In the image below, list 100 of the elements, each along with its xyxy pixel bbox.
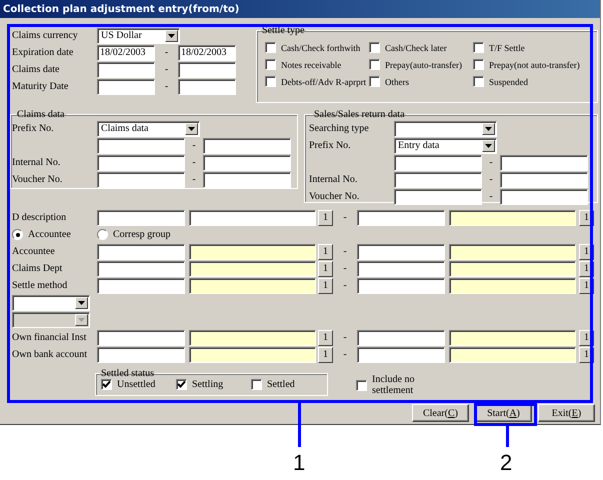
text-field[interactable] — [203, 138, 291, 154]
checkbox-label: Unsettled — [117, 379, 156, 390]
date-field[interactable] — [178, 62, 236, 78]
field-label: Settle method — [12, 280, 68, 291]
code-field[interactable] — [97, 278, 185, 294]
text-field[interactable] — [97, 138, 185, 154]
name-field[interactable] — [189, 346, 316, 362]
field-label: Own financial Inst — [12, 332, 88, 343]
name-field[interactable] — [449, 330, 576, 346]
callout-number: 1 — [293, 452, 306, 474]
range-dash: - — [164, 81, 170, 92]
lookup-button[interactable]: 1 — [318, 346, 333, 362]
name-field[interactable] — [189, 210, 316, 226]
code-field[interactable] — [97, 330, 185, 346]
dialog-button[interactable]: Clear(C) — [412, 404, 469, 422]
field-label: Accountee — [12, 246, 56, 257]
code-field[interactable] — [357, 260, 445, 276]
name-field[interactable] — [449, 210, 576, 226]
dropdown-button[interactable] — [185, 122, 198, 134]
date-field[interactable] — [97, 78, 155, 94]
dropdown[interactable]: US Dollar — [97, 28, 180, 44]
text-field[interactable] — [500, 154, 588, 170]
checkbox[interactable] — [473, 42, 484, 53]
caret-icon — [78, 318, 85, 322]
code-field[interactable] — [97, 244, 185, 260]
checkbox-label: Include no settlement — [372, 374, 416, 396]
checkbox-label: Others — [385, 76, 409, 86]
checkbox-label: Settling — [192, 379, 224, 390]
checkbox-label: Suspended — [489, 76, 528, 86]
dropdown[interactable] — [394, 120, 497, 136]
radio-button[interactable] — [12, 229, 23, 240]
field-label: Internal No. — [12, 157, 62, 168]
text-field[interactable] — [500, 172, 588, 188]
date-field[interactable] — [178, 78, 236, 94]
code-field[interactable] — [357, 346, 445, 362]
code-field[interactable] — [97, 210, 185, 226]
text-field[interactable] — [394, 172, 482, 188]
code-field[interactable] — [357, 244, 445, 260]
checkbox[interactable] — [265, 42, 276, 53]
text-field[interactable] — [97, 172, 185, 188]
field-label: Claims currency — [12, 30, 79, 41]
name-field[interactable] — [449, 346, 576, 362]
date-field[interactable]: 18/02/2003 — [178, 44, 236, 60]
checkbox[interactable] — [265, 76, 276, 87]
code-field[interactable] — [357, 278, 445, 294]
checkbox[interactable] — [473, 59, 484, 70]
radio-label: Corresp group — [113, 229, 170, 240]
range-dash: - — [342, 349, 348, 360]
dropdown[interactable]: Entry data — [394, 138, 497, 154]
callout-line — [506, 426, 509, 447]
field-label: D description — [12, 212, 68, 223]
radio-label: Accountee — [28, 229, 71, 240]
group-title: Settled status — [100, 368, 156, 379]
text-field[interactable] — [203, 154, 291, 170]
checkbox[interactable] — [101, 379, 112, 390]
dropdown-button[interactable] — [165, 30, 178, 42]
checkbox[interactable] — [369, 42, 380, 53]
dropdown[interactable] — [12, 295, 90, 311]
date-field[interactable]: 18/02/2003 — [97, 44, 155, 60]
checkbox[interactable] — [473, 76, 484, 87]
text-field[interactable] — [394, 188, 482, 204]
checkbox[interactable] — [369, 59, 380, 70]
name-field[interactable] — [189, 330, 316, 346]
text-field[interactable] — [97, 154, 185, 170]
dropdown-button[interactable] — [482, 122, 495, 134]
dropdown-button[interactable] — [482, 140, 495, 152]
name-field[interactable] — [189, 244, 316, 260]
date-field[interactable] — [97, 62, 155, 78]
code-field[interactable] — [357, 330, 445, 346]
lookup-button[interactable]: 1 — [318, 260, 333, 276]
checkbox[interactable] — [356, 380, 367, 390]
group-title: Sales/Sales return data — [313, 109, 406, 120]
lookup-button[interactable]: 1 — [318, 210, 333, 226]
checkbox[interactable] — [265, 59, 276, 70]
dropdown[interactable]: Claims data — [97, 120, 200, 136]
name-field[interactable] — [449, 244, 576, 260]
checkbox[interactable] — [251, 379, 262, 390]
name-field[interactable] — [449, 278, 576, 294]
range-dash: - — [164, 47, 170, 58]
name-field[interactable] — [449, 260, 576, 276]
checkbox[interactable] — [369, 76, 380, 87]
lookup-button[interactable]: 1 — [318, 278, 333, 294]
text-field[interactable] — [500, 188, 588, 204]
lookup-button[interactable]: 1 — [318, 244, 333, 260]
code-field[interactable] — [97, 260, 185, 276]
code-field[interactable] — [357, 210, 445, 226]
code-field[interactable] — [97, 346, 185, 362]
checkbox-label: Settled — [267, 379, 295, 390]
field-label: Own bank account — [12, 349, 88, 360]
range-dash: - — [342, 263, 348, 274]
dropdown-button[interactable] — [75, 297, 88, 309]
text-field[interactable] — [394, 154, 482, 170]
dialog-button[interactable]: Exit(E) — [538, 404, 595, 422]
text-field[interactable] — [203, 172, 291, 188]
name-field[interactable] — [189, 260, 316, 276]
radio-button[interactable] — [97, 229, 108, 240]
checkbox[interactable] — [176, 379, 187, 390]
name-field[interactable] — [189, 278, 316, 294]
window-title: Collection plan adjustment entry(from/to) — [3, 4, 240, 14]
lookup-button[interactable]: 1 — [318, 330, 333, 346]
